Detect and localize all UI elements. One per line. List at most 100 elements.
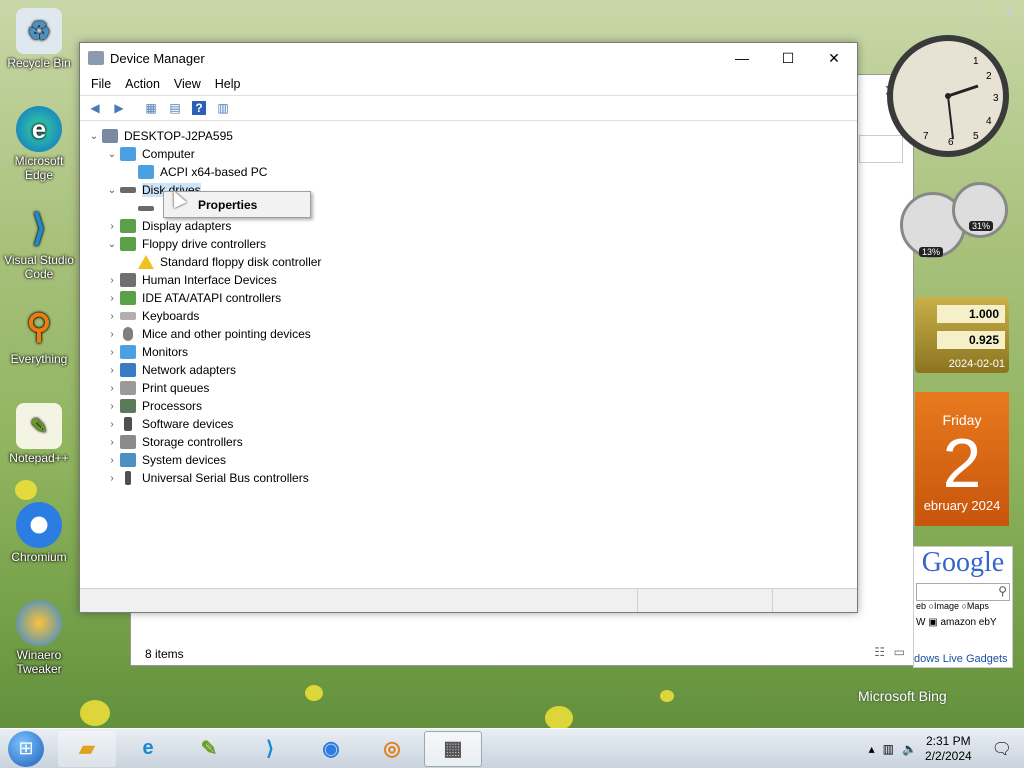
desktop-icon-label: Microsoft Edge	[14, 154, 64, 182]
svg-text:7: 7	[923, 131, 929, 142]
taskbar-winaero[interactable]: ◎	[363, 731, 421, 767]
google-gadget-footer[interactable]: dows Live Gadgets	[914, 653, 1008, 665]
taskbar-time: 2:31 PM	[925, 733, 971, 748]
minimize-button[interactable]: —	[719, 43, 765, 73]
desktop-icon-label: Notepad++	[9, 451, 69, 465]
google-gadget[interactable]: Google ⚲ eb ○Image ○Maps W ▣ amazon ebY …	[913, 546, 1013, 668]
tree-item-mice[interactable]: › Mice and other pointing devices	[80, 325, 857, 343]
tree-item-ide-controllers[interactable]: › IDE ATA/ATAPI controllers	[80, 289, 857, 307]
network-icon[interactable]: ▥	[883, 742, 894, 756]
usb-icon	[125, 471, 131, 485]
details-view-icon[interactable]: ☷	[874, 645, 885, 659]
notification-icon[interactable]: 🗨	[992, 739, 1012, 759]
chevron-right-icon[interactable]: ›	[104, 275, 120, 286]
taskbar-device-manager[interactable]: ▦	[424, 730, 482, 767]
chevron-right-icon[interactable]: ›	[104, 473, 120, 484]
desktop-icon-vscode[interactable]: ⟩ Visual Studio Code	[4, 205, 74, 281]
chevron-down-icon[interactable]: ⌄	[104, 185, 120, 196]
gadget-add-icon[interactable]: ✚	[1004, 6, 1014, 20]
tree-item-usb-controllers[interactable]: › Universal Serial Bus controllers	[80, 469, 857, 487]
chevron-right-icon[interactable]: ›	[104, 383, 120, 394]
taskbar-vscode[interactable]: ⟩	[241, 731, 299, 767]
back-button[interactable]: ◀	[84, 98, 106, 118]
clock-gadget[interactable]: 3 1 2 4 5 6 7	[887, 35, 1009, 157]
show-hide-console-tree-button[interactable]: ▦	[140, 98, 162, 118]
desktop-icon-everything[interactable]: ⚲ Everything	[4, 304, 74, 366]
gadget-next-icon[interactable]: ▷	[976, 6, 985, 20]
chevron-right-icon[interactable]: ›	[104, 437, 120, 448]
tree-item-network-adapters[interactable]: › Network adapters	[80, 361, 857, 379]
menu-file[interactable]: File	[84, 77, 118, 91]
forward-button[interactable]: ▶	[108, 98, 130, 118]
tree-item-floppy-controllers[interactable]: ⌄ Floppy drive controllers	[80, 235, 857, 253]
chevron-right-icon[interactable]: ›	[104, 311, 120, 322]
chevron-right-icon[interactable]: ›	[104, 419, 120, 430]
chevron-right-icon[interactable]: ›	[104, 365, 120, 376]
show-hidden-icons-button[interactable]: ▴	[869, 742, 875, 756]
menu-view[interactable]: View	[167, 77, 208, 91]
menu-action[interactable]: Action	[118, 77, 167, 91]
taskbar-notepadpp[interactable]: ✎	[180, 731, 238, 767]
search-icon[interactable]: ⚲	[998, 584, 1007, 598]
title-bar[interactable]: Device Manager — ☐ ✕	[80, 43, 857, 73]
monitor-icon	[138, 165, 154, 179]
taskbar-chromium[interactable]: ◉	[302, 731, 360, 767]
help-button[interactable]: ?	[188, 98, 210, 118]
device-manager-window[interactable]: Device Manager — ☐ ✕ File Action View He…	[79, 42, 858, 613]
volume-muted-icon[interactable]: 🔈	[902, 742, 917, 756]
gadget-prev-icon[interactable]: ◁	[956, 6, 965, 20]
tree-root[interactable]: ⌄ DESKTOP-J2PA595	[80, 127, 857, 145]
desktop-icon-label: Everything	[10, 352, 68, 366]
chevron-down-icon[interactable]: ⌄	[104, 149, 120, 160]
hid-icon	[120, 273, 136, 287]
chevron-right-icon[interactable]: ›	[104, 455, 120, 466]
tree-item-processors[interactable]: › Processors	[80, 397, 857, 415]
display-adapter-icon	[120, 219, 136, 233]
properties-button[interactable]: ▤	[164, 98, 186, 118]
system-device-icon	[120, 453, 136, 467]
svg-text:2: 2	[986, 71, 992, 82]
tree-item-computer[interactable]: ⌄ Computer	[80, 145, 857, 163]
start-button[interactable]: ⊞	[8, 730, 44, 767]
tree-item-monitors[interactable]: › Monitors	[80, 343, 857, 361]
chevron-right-icon[interactable]: ›	[104, 401, 120, 412]
tree-item-system-devices[interactable]: › System devices	[80, 451, 857, 469]
tree-item-acpi-pc[interactable]: ACPI x64-based PC	[80, 163, 857, 181]
google-search-input[interactable]: ⚲	[916, 583, 1010, 601]
desktop-icon-edge[interactable]: e Microsoft Edge	[4, 106, 74, 182]
tree-item-software-devices[interactable]: › Software devices	[80, 415, 857, 433]
chevron-right-icon[interactable]: ›	[104, 221, 120, 232]
tree-item-hid[interactable]: › Human Interface Devices	[80, 271, 857, 289]
chevron-down-icon[interactable]: ⌄	[104, 239, 120, 250]
desktop-icon-chromium[interactable]: Chromium	[4, 502, 74, 564]
tree-item-display-adapters[interactable]: › Display adapters	[80, 217, 857, 235]
action-pane-button[interactable]: ▥	[212, 98, 234, 118]
google-quick-links[interactable]: W ▣ amazon ebY	[914, 611, 1012, 634]
google-search-options[interactable]: eb ○Image ○Maps	[914, 601, 1012, 611]
close-button[interactable]: ✕	[811, 43, 857, 73]
chevron-right-icon[interactable]: ›	[104, 347, 120, 358]
chevron-down-icon[interactable]: ⌄	[86, 131, 102, 142]
desktop-icon-notepadpp[interactable]: ✎ Notepad++	[4, 403, 74, 465]
properties-icon: ▤	[169, 101, 181, 115]
chevron-right-icon[interactable]: ›	[104, 329, 120, 340]
calendar-gadget[interactable]: Friday 2 ebruary 2024	[915, 392, 1009, 526]
tree-item-print-queues[interactable]: › Print queues	[80, 379, 857, 397]
calendar-month: ebruary 2024	[923, 498, 1001, 513]
large-icons-view-icon[interactable]: ▭	[894, 645, 905, 659]
arrow-right-icon: ▶	[114, 101, 124, 115]
toolbar: ◀ ▶ ▦ ▤ ? ▥	[80, 95, 857, 121]
currency-gadget[interactable]: 1.000 0.925 2024-02-01	[915, 297, 1009, 373]
taskbar-file-explorer[interactable]: ▰	[58, 730, 116, 767]
taskbar-clock[interactable]: 2:31 PM 2/2/2024	[925, 734, 972, 764]
desktop-icon-recycle-bin[interactable]: ♻ Recycle Bin	[4, 8, 74, 70]
taskbar-edge[interactable]: e	[119, 731, 177, 767]
tree-item-floppy-disk-controller[interactable]: Standard floppy disk controller	[80, 253, 857, 271]
desktop-icon-winaero[interactable]: Winaero Tweaker	[4, 600, 74, 676]
tree-item-keyboards[interactable]: › Keyboards	[80, 307, 857, 325]
tree-item-storage-controllers[interactable]: › Storage controllers	[80, 433, 857, 451]
chevron-right-icon[interactable]: ›	[104, 293, 120, 304]
menu-help[interactable]: Help	[208, 77, 248, 91]
maximize-button[interactable]: ☐	[765, 43, 811, 73]
context-menu-properties[interactable]: Properties	[198, 198, 257, 212]
